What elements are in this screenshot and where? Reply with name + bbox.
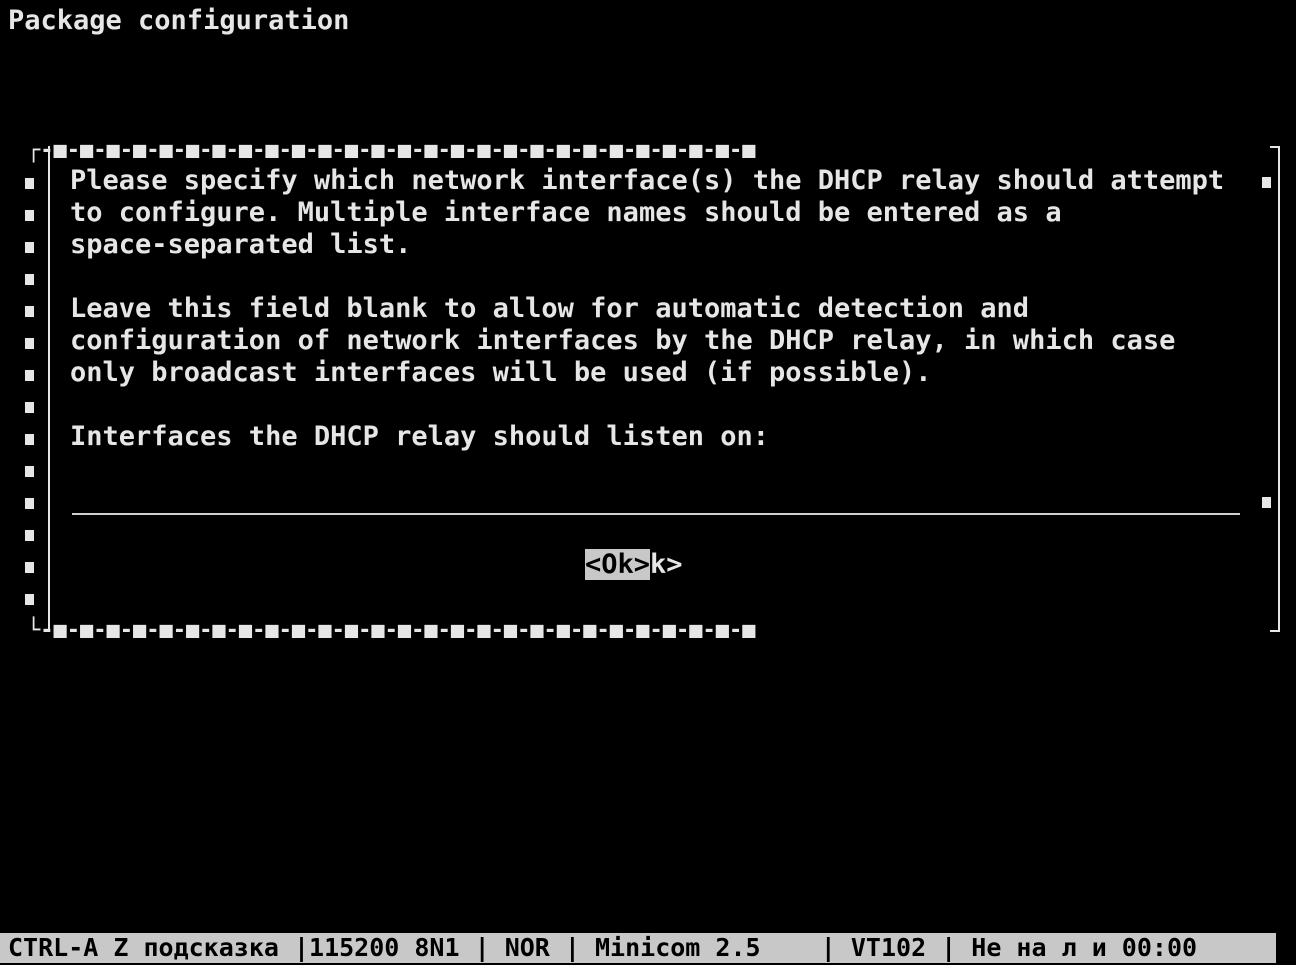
dialog-text-line: configuration of network interfaces by t… [70,325,1176,356]
scroll-mark-right-top [1262,177,1271,188]
dialog-text-line: Please specify which network interface(s… [70,165,1225,196]
input-prompt-label: Interfaces the DHCP relay should listen … [70,421,769,452]
dialog-text-line: only broadcast interfaces will be used (… [70,357,932,388]
scroll-mark-right-input [1262,497,1271,508]
dialog-right-border [1270,146,1280,632]
dialog-bottom-border: └-■-■-■-■-■-■-■-■-■-■-■-■-■-■-■-■-■-■-■-… [27,618,756,643]
dialog-text-line: to configure. Multiple interface names s… [70,197,1062,228]
dialog-text-line: space-separated list. [70,229,412,260]
screen-title: Package configuration [8,5,350,36]
ok-button[interactable]: <Ok>k> [585,549,683,581]
dialog-left-border [48,146,50,632]
ok-button-label[interactable]: <Ok> [585,549,651,580]
dialog-scroll-marks [25,167,39,615]
dialog-top-border: ┌-■-■-■-■-■-■-■-■-■-■-■-■-■-■-■-■-■-■-■-… [27,138,756,163]
minicom-status-bar: CTRL-A Z подсказка |115200 8N1 | NOR | M… [0,933,1276,963]
ok-button-residue: k> [650,549,683,580]
dialog-text-line: Leave this field blank to allow for auto… [70,293,1030,324]
interfaces-input-underline[interactable] [72,513,1240,515]
